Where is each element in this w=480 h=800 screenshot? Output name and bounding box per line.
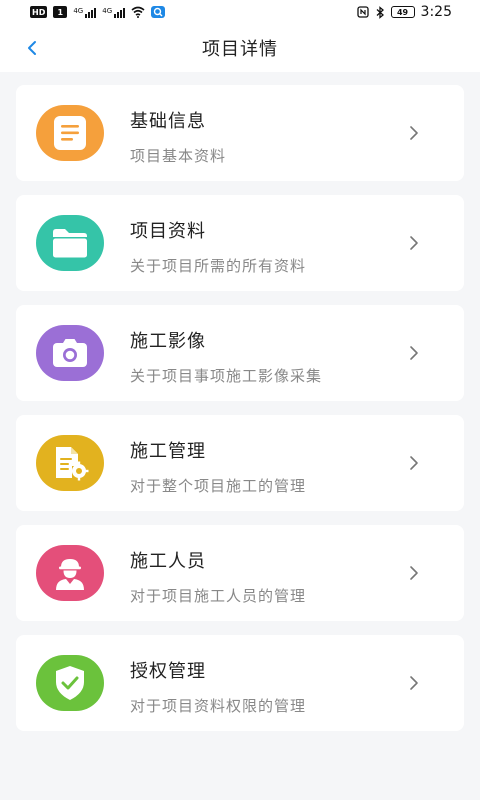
signal-label: 4G — [73, 6, 84, 15]
status-right: 49 3:25 — [356, 4, 452, 20]
chevron-right-icon — [406, 561, 422, 585]
card-title: 施工影像 — [130, 331, 206, 352]
folder-icon — [53, 229, 87, 258]
card-icon-bg — [36, 325, 104, 381]
card-subtitle: 关于项目所需的所有资料 — [130, 257, 307, 275]
card-text: 施工管理 对于整个项目施工的管理 — [130, 437, 306, 496]
signal-icon: 4G — [102, 6, 126, 18]
card-title: 施工管理 — [130, 441, 206, 462]
signal-icon: 4G — [73, 6, 97, 18]
card-subtitle: 关于项目事项施工影像采集 — [130, 367, 323, 385]
card-construction-images[interactable]: 施工影像 关于项目事项施工影像采集 — [16, 305, 464, 401]
card-icon-bg — [36, 435, 104, 491]
file-gear-icon — [56, 447, 89, 481]
card-icon-bg — [36, 655, 104, 711]
card-icon-bg — [36, 105, 104, 161]
card-subtitle: 项目基本资料 — [130, 147, 227, 165]
card-icon-bg — [36, 215, 104, 271]
worker-icon — [56, 559, 84, 590]
card-text: 施工影像 关于项目事项施工影像采集 — [130, 327, 322, 386]
nfc-icon — [356, 6, 369, 18]
hd-badge: HD — [30, 6, 48, 18]
shield-check-icon — [56, 666, 84, 700]
chevron-right-icon — [406, 671, 422, 695]
card-title: 授权管理 — [130, 661, 206, 682]
card-construction-workers[interactable]: 施工人员 对于项目施工人员的管理 — [16, 525, 464, 621]
card-authorization-management[interactable]: 授权管理 对于项目资料权限的管理 — [16, 635, 464, 731]
card-project-docs[interactable]: 项目资料 关于项目所需的所有资料 — [16, 195, 464, 291]
bluetooth-icon — [376, 5, 384, 19]
sim-badge: 1 — [53, 6, 68, 18]
card-title: 项目资料 — [130, 221, 206, 242]
battery-icon: 49 — [390, 6, 415, 18]
status-left: HD 1 4G 4G — [30, 6, 166, 18]
back-button[interactable] — [18, 34, 46, 62]
chevron-left-icon — [28, 41, 36, 55]
card-construction-management[interactable]: 施工管理 对于整个项目施工的管理 — [16, 415, 464, 511]
chevron-right-icon — [406, 341, 422, 365]
card-subtitle: 对于项目施工人员的管理 — [130, 587, 307, 605]
chevron-right-icon — [406, 231, 422, 255]
status-bar: HD 1 4G 4G 49 3:25 — [0, 0, 480, 24]
clock: 3:25 — [420, 4, 452, 20]
document-icon — [54, 116, 86, 150]
card-basic-info[interactable]: 基础信息 项目基本资料 — [16, 85, 464, 181]
card-subtitle: 对于项目资料权限的管理 — [130, 697, 307, 715]
camera-icon — [53, 339, 87, 367]
nav-bar: 项目详情 — [0, 24, 480, 72]
card-text: 项目资料 关于项目所需的所有资料 — [130, 217, 306, 276]
card-text: 授权管理 对于项目资料权限的管理 — [130, 657, 306, 716]
card-title: 施工人员 — [130, 551, 206, 572]
menu-list: 基础信息 项目基本资料 项目资料 关于项目所需的所有资料 施工影像 关于项目事项… — [16, 85, 464, 745]
chevron-right-icon — [406, 451, 422, 475]
card-text: 施工人员 对于项目施工人员的管理 — [130, 547, 306, 606]
page-title: 项目详情 — [202, 39, 278, 60]
card-text: 基础信息 项目基本资料 — [130, 107, 226, 166]
card-subtitle: 对于整个项目施工的管理 — [130, 477, 307, 495]
app-notification-icon — [151, 6, 166, 18]
wifi-icon — [131, 6, 145, 18]
signal-label: 4G — [102, 6, 113, 15]
card-title: 基础信息 — [130, 111, 206, 132]
card-icon-bg — [36, 545, 104, 601]
chevron-right-icon — [406, 121, 422, 145]
